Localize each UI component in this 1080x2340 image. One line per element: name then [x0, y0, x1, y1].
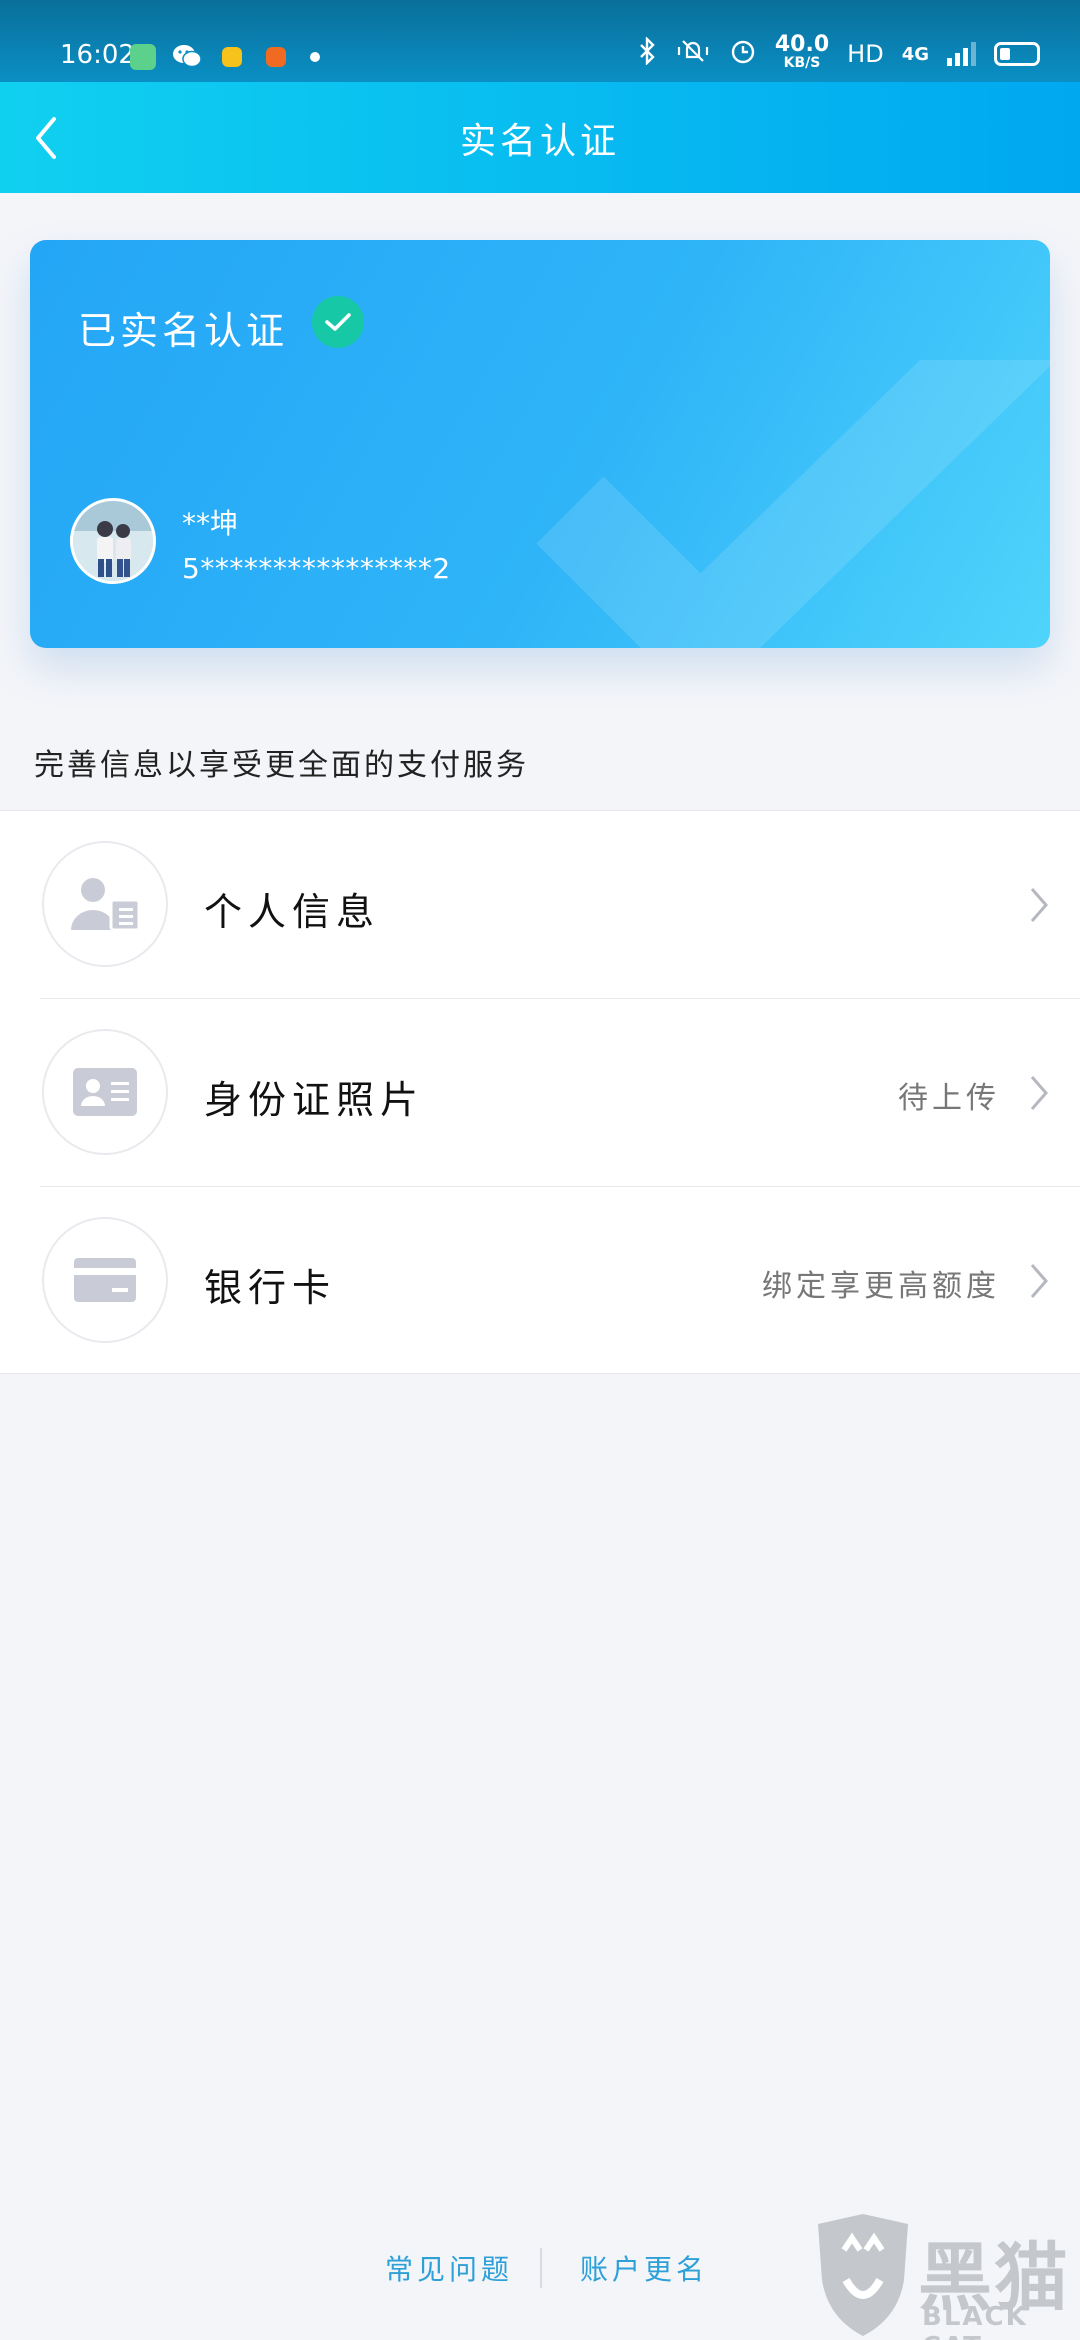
footer-separator: [540, 2248, 542, 2288]
verified-title: 已实名认证: [78, 309, 289, 353]
battery-icon: [994, 42, 1040, 66]
black-cat-watermark: 黑猫 BLACK CAT: [800, 2210, 1080, 2340]
info-hint: 完善信息以享受更全面的支付服务: [34, 748, 529, 783]
signal-icon: [947, 42, 976, 66]
status-time: 16:02: [60, 40, 135, 70]
id-number: 5****************2: [182, 552, 451, 585]
account-rename-link[interactable]: 账户更名: [580, 2248, 708, 2288]
alarm-icon: [729, 37, 757, 71]
hd-label: HD: [847, 40, 884, 68]
chevron-right-icon: [1030, 1264, 1048, 1298]
list-item-bank-card[interactable]: 银行卡 绑定享更高额度: [0, 1187, 1080, 1375]
page-title: 实名认证: [459, 121, 620, 162]
list-item-status: 待上传: [898, 1081, 1000, 1116]
more-notifications-dot: [310, 52, 320, 62]
list-item-personal-info[interactable]: 个人信息: [0, 811, 1080, 999]
network-speed: 40.0 KB/S: [774, 32, 830, 72]
check-watermark-icon: [536, 360, 1050, 648]
bank-card-icon: [42, 1217, 168, 1343]
notification-app-icon: [222, 47, 242, 67]
status-bar: 16:02 40.0 KB/S HD 4G: [0, 0, 1080, 82]
verification-card: 已实名认证 **坤 5****************2: [30, 240, 1050, 648]
list-item-status: 绑定享更高额度: [762, 1269, 1000, 1304]
nav-header: 实名认证: [0, 82, 1080, 193]
check-circle-icon: [312, 296, 364, 348]
bluetooth-icon: [637, 36, 657, 71]
personal-info-icon: [42, 841, 168, 967]
list-item-label: 银行卡: [204, 1266, 337, 1310]
cat-shield-logo: [818, 2214, 908, 2336]
id-card-icon: [42, 1029, 168, 1155]
chevron-right-icon: [1030, 888, 1048, 922]
watermark-text-en: BLACK CAT: [922, 2302, 1028, 2340]
mute-vibrate-icon: [675, 37, 711, 71]
faq-link[interactable]: 常见问题: [385, 2248, 513, 2288]
avatar: [70, 498, 156, 584]
chevron-right-icon: [1030, 1076, 1048, 1110]
info-list: 个人信息 身份证照片 待上传 银行卡 绑定享更高额度: [0, 810, 1080, 1374]
wechat-icon: [172, 42, 202, 77]
list-item-label: 身份证照片: [204, 1078, 425, 1122]
notification-app-icon: [266, 47, 286, 67]
notification-app-icon: [130, 44, 156, 70]
list-item-label: 个人信息: [204, 890, 381, 934]
list-item-id-photo[interactable]: 身份证照片 待上传: [0, 999, 1080, 1187]
user-name: **坤: [182, 507, 239, 540]
network-type: 4G: [901, 43, 929, 65]
